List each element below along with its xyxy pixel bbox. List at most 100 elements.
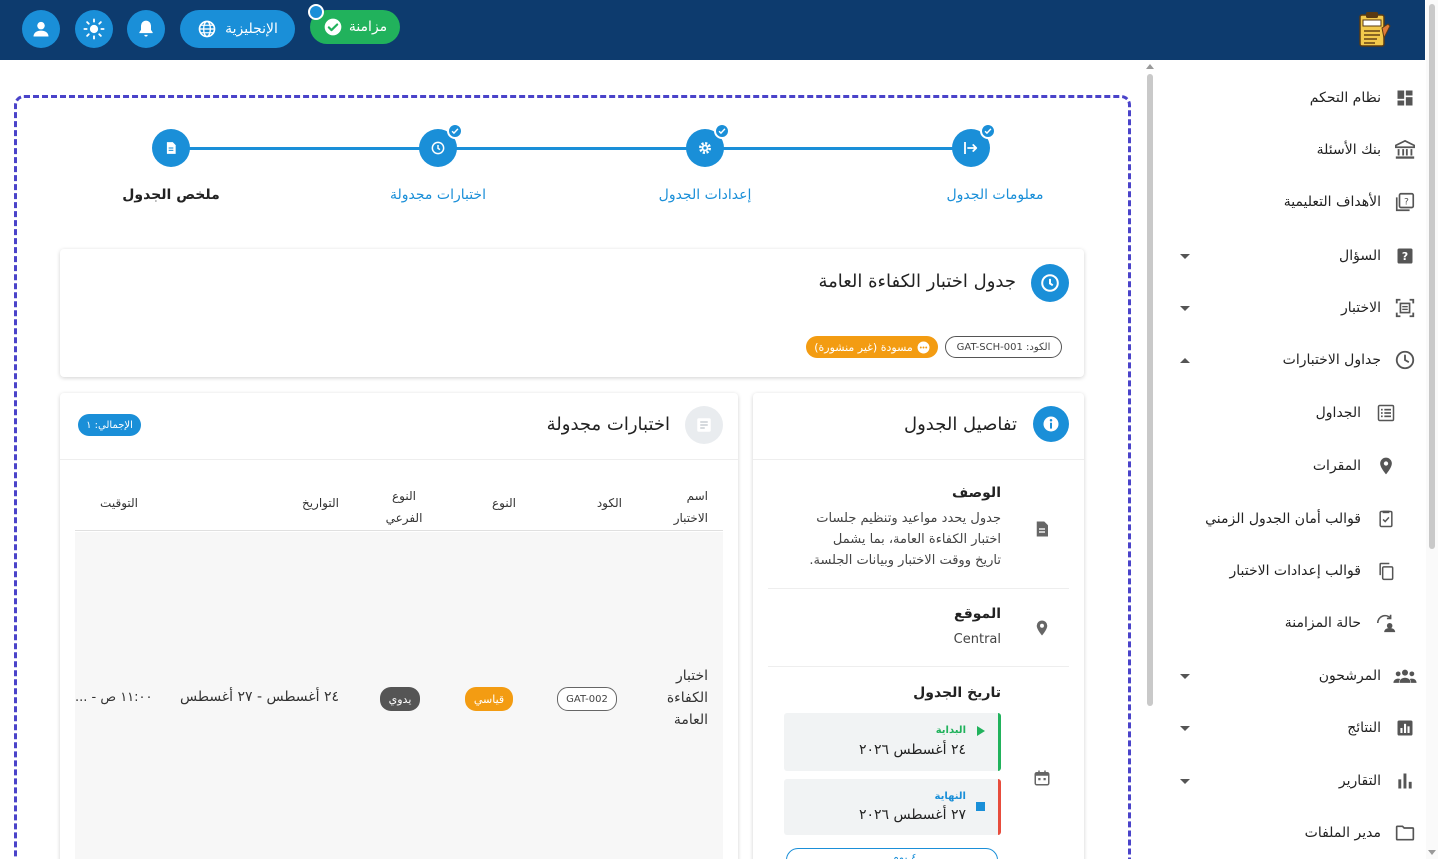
location-icon — [1374, 454, 1398, 478]
top-header: الإنجليزية مزامنة — [0, 0, 1425, 60]
sidebar-item-venues[interactable]: المقرات — [1150, 446, 1425, 486]
start-label: البداية — [935, 725, 966, 736]
exam-code-chip: GAT-002 — [557, 687, 617, 711]
notifications-button[interactable] — [127, 10, 165, 48]
step-schedule-info[interactable] — [952, 123, 996, 167]
description-label: الوصف — [951, 485, 1001, 501]
step-schedule-settings[interactable] — [686, 123, 730, 167]
language-button[interactable]: الإنجليزية — [180, 10, 295, 48]
exam-dates-cell: ٢٤ أغسطس - ٢٧ أغسطس — [179, 689, 339, 705]
column-header-subtype: النوع الفرعي — [385, 489, 423, 525]
language-label: الإنجليزية — [225, 21, 278, 37]
sync-indicator-dot — [308, 4, 324, 20]
stop-icon — [976, 802, 985, 811]
globe-icon — [198, 20, 216, 38]
objectives-icon: ? — [1393, 190, 1417, 214]
sidebar-item-label: السؤال — [1339, 248, 1381, 264]
exams-title: اختبارات مجدولة — [546, 414, 670, 435]
main-scrollbar[interactable] — [1145, 64, 1155, 859]
description-line-1: جدول يحدد مواعيد وتنظيم جلسات — [816, 511, 1001, 526]
sidebar-item-file-manager[interactable]: مدير الملفات — [1150, 813, 1425, 853]
clock-icon — [431, 141, 445, 155]
column-header-name: اسم الاختبار — [673, 489, 708, 525]
divider — [768, 588, 1069, 589]
start-date-box: البداية ٢٤ أغسطس ٢٠٢٦ — [784, 713, 1001, 771]
step-done-check-icon — [980, 123, 996, 139]
end-date-box: النهاية ٢٧ أغسطس ٢٠٢٦ — [784, 779, 1001, 835]
step-label-scheduled-exams: اختبارات مجدولة — [390, 187, 486, 203]
exam-subtype-chip: يدوي — [380, 687, 420, 711]
sidebar-item-label: نظام التحكم — [1309, 90, 1381, 106]
column-header-code: الكود — [596, 496, 622, 510]
step-label-schedule-summary: ملخص الجدول — [122, 187, 220, 203]
schedule-details-card: تفاصيل الجدول الوصف جدول يحدد مواعيد وتن… — [753, 393, 1084, 859]
calendar-icon — [1033, 768, 1051, 788]
shield-calendar-icon — [1374, 507, 1398, 531]
sidebar-item-schedule-security-templates[interactable]: قوالب أمان الجدول الزمني — [1150, 499, 1425, 539]
sidebar-item-question-bank[interactable]: بنك الأسئلة — [1150, 130, 1425, 170]
schedule-title: جدول اختبار الكفاءة العامة — [818, 271, 1016, 292]
schedule-status-text: مسودة (غير منشورة) — [814, 340, 913, 354]
scheduled-exams-card: اختبارات مجدولة الإجمالي: ١ اسم الاختبار… — [60, 393, 738, 859]
chevron-up-icon — [1180, 357, 1190, 363]
dashboard-icon — [1393, 86, 1417, 110]
theme-toggle-button[interactable] — [75, 10, 113, 48]
main-scrollbar-thumb[interactable] — [1147, 74, 1153, 706]
login-arrow-icon — [964, 142, 978, 154]
more-dots-icon — [917, 341, 930, 353]
sidebar-item-exam-schedules[interactable]: جداول الاختبارات — [1150, 340, 1425, 380]
description-line-2: اختبار الكفاءة العامة، بما يشمل — [832, 532, 1001, 547]
sidebar-item-schedules[interactable]: الجداول — [1150, 393, 1425, 433]
exam-type-chip: قياسي — [465, 687, 513, 711]
sidebar-item-label: الجداول — [1315, 405, 1361, 421]
sidebar-item-dashboard[interactable]: نظام التحكم — [1150, 78, 1425, 118]
step-schedule-summary[interactable] — [152, 129, 190, 167]
svg-text:?: ? — [1402, 250, 1408, 263]
details-title: تفاصيل الجدول — [904, 414, 1017, 435]
app-logo — [1353, 10, 1393, 50]
exam-icon — [1393, 296, 1417, 320]
sidebar-item-label: جداول الاختبارات — [1282, 352, 1381, 368]
column-header-dates: التواريخ — [301, 496, 339, 510]
sidebar-item-label: قوالب أمان الجدول الزمني — [1205, 511, 1361, 527]
check-circle-icon — [324, 18, 342, 36]
sync-label: مزامنة — [348, 19, 388, 35]
chevron-down-icon — [1180, 725, 1190, 731]
step-scheduled-exams[interactable] — [419, 123, 463, 167]
chevron-down-icon — [1180, 253, 1190, 259]
sidebar-item-question[interactable]: ? السؤال — [1150, 236, 1425, 276]
svg-text:?: ? — [1404, 196, 1409, 207]
end-label: النهاية — [934, 791, 966, 802]
user-menu-button[interactable] — [22, 10, 60, 48]
sidebar-nav: نظام التحكم بنك الأسئلة ? الأهداف التعلي… — [1150, 60, 1425, 859]
sidebar-item-reports[interactable]: التقارير — [1150, 761, 1425, 801]
page-scrollbar-thumb[interactable] — [1429, 4, 1435, 549]
results-icon — [1393, 716, 1417, 740]
sidebar-item-learning-objectives[interactable]: ? الأهداف التعليمية — [1150, 182, 1425, 222]
sync-button[interactable]: مزامنة — [308, 4, 400, 44]
schedule-code-chip: الكود: GAT-SCH-001 — [945, 336, 1062, 358]
end-date-value: ٢٧ أغسطس ٢٠٢٦ — [858, 807, 966, 823]
scroll-down-arrow-icon[interactable] — [1428, 850, 1436, 855]
sidebar-item-exam[interactable]: الاختبار — [1150, 288, 1425, 328]
description-doc-icon — [1033, 519, 1051, 539]
exams-list-badge — [685, 406, 723, 444]
copy-icon — [1374, 559, 1398, 583]
sidebar-item-label: قوالب إعدادات الاختبار — [1229, 563, 1361, 579]
location-icon — [1033, 618, 1051, 638]
sidebar-item-exam-settings-templates[interactable]: قوالب إعدادات الاختبار — [1150, 551, 1425, 591]
list-icon — [1374, 401, 1398, 425]
document-icon — [166, 142, 176, 154]
table-row[interactable]: اختبار الكفاءة العامة GAT-002 قياسي يدوي… — [75, 532, 723, 859]
sidebar-item-results[interactable]: النتائج — [1150, 708, 1425, 748]
step-done-check-icon — [447, 123, 463, 139]
bell-icon — [139, 20, 153, 37]
exams-table-header: اسم الاختبار الكود النوع النوع الفرعي ال… — [75, 485, 723, 531]
sidebar-item-label: الاختبار — [1340, 300, 1381, 316]
sidebar-item-label: النتائج — [1347, 720, 1381, 736]
scroll-up-arrow-icon[interactable] — [1146, 64, 1154, 69]
info-icon — [1043, 416, 1059, 432]
sidebar-item-sync-status[interactable]: حالة المزامنة — [1150, 603, 1425, 643]
sidebar-item-candidates[interactable]: المرشحون — [1150, 656, 1425, 696]
page-scrollbar[interactable] — [1426, 0, 1438, 859]
